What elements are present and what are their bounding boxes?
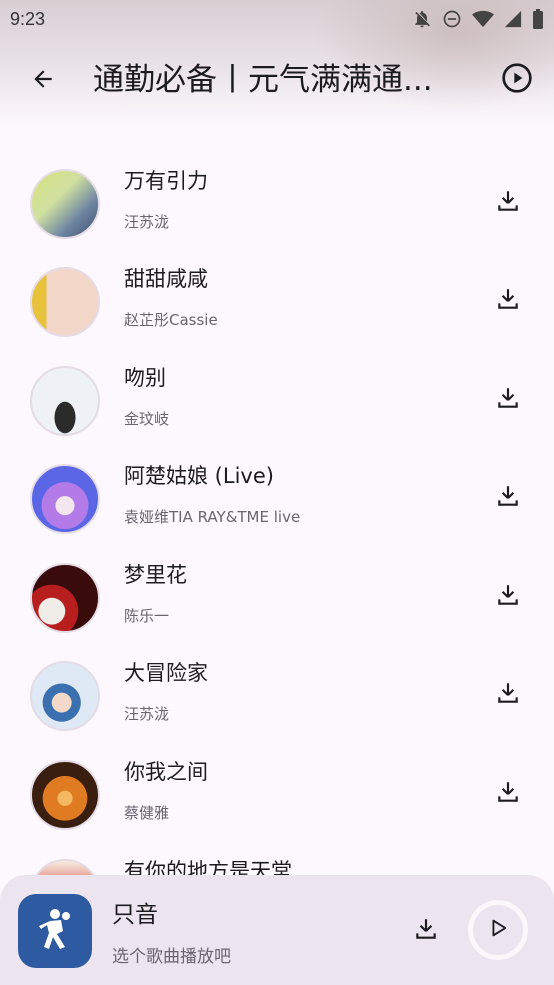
song-title: 阿楚姑娘 (Live) — [124, 464, 274, 488]
download-icon — [495, 779, 521, 809]
wifi-icon — [472, 9, 494, 29]
signal-icon — [504, 10, 522, 28]
player-play-button[interactable] — [468, 900, 528, 960]
song-title: 大冒险家 — [124, 661, 208, 685]
status-time: 9:23 — [10, 8, 46, 29]
song-artist: 蔡健雅 — [124, 804, 170, 822]
song-cover — [30, 366, 100, 436]
play-circle-icon — [501, 62, 533, 98]
battery-icon — [532, 9, 544, 29]
song-item[interactable]: 有你的地方是天堂 — [0, 855, 554, 875]
song-list: 左颜 万有引力 汪苏泷 甜甜咸咸 赵芷彤Cassie 吻别 金玟岐 — [0, 60, 554, 875]
song-item[interactable]: 大冒险家 汪苏泷 — [0, 657, 554, 755]
song-artist: 金玟岐 — [124, 410, 170, 428]
download-icon — [495, 188, 521, 218]
arrow-back-icon — [30, 66, 56, 96]
song-title: 你我之间 — [124, 760, 208, 784]
song-title: 甜甜咸咸 — [124, 267, 208, 291]
notifications-off-icon — [412, 9, 432, 29]
basketball-player-icon — [35, 907, 75, 955]
song-title: 万有引力 — [124, 169, 208, 193]
download-button[interactable] — [490, 480, 526, 516]
song-item[interactable]: 你我之间 蔡健雅 — [0, 756, 554, 854]
song-title: 有你的地方是天堂 — [124, 859, 292, 875]
song-cover — [30, 563, 100, 633]
song-title: 梦里花 — [124, 563, 187, 587]
app-bar: 通勤必备丨元气满满通... — [0, 48, 554, 112]
play-icon — [487, 917, 509, 943]
download-icon — [495, 582, 521, 612]
download-button[interactable] — [490, 283, 526, 319]
song-cover — [30, 169, 100, 239]
song-item[interactable]: 万有引力 汪苏泷 — [0, 165, 554, 263]
download-icon — [495, 483, 521, 513]
song-title: 吻别 — [124, 366, 166, 390]
song-artist: 陈乐一 — [124, 607, 170, 625]
song-cover — [30, 464, 100, 534]
download-icon — [495, 680, 521, 710]
song-cover — [30, 859, 100, 875]
back-button[interactable] — [24, 62, 62, 100]
download-button[interactable] — [490, 382, 526, 418]
download-button[interactable] — [490, 185, 526, 221]
player-title: 只音 — [112, 902, 158, 928]
status-icons — [412, 9, 544, 29]
song-artist: 赵芷彤Cassie — [124, 311, 218, 329]
download-icon — [495, 385, 521, 415]
song-cover — [30, 267, 100, 337]
download-icon — [413, 916, 439, 946]
song-item[interactable]: 梦里花 陈乐一 — [0, 559, 554, 657]
song-cover — [30, 760, 100, 830]
download-button[interactable] — [490, 776, 526, 812]
player-subtitle: 选个歌曲播放吧 — [112, 947, 231, 967]
download-icon — [495, 286, 521, 316]
play-all-button[interactable] — [498, 61, 536, 99]
do-not-disturb-icon — [442, 9, 462, 29]
player-cover — [18, 894, 92, 968]
download-button[interactable] — [490, 579, 526, 615]
song-item[interactable]: 吻别 金玟岐 — [0, 362, 554, 460]
song-artist: 汪苏泷 — [124, 705, 170, 723]
status-bar: 9:23 — [0, 0, 554, 38]
song-item[interactable]: 甜甜咸咸 赵芷彤Cassie — [0, 263, 554, 361]
song-item[interactable]: 阿楚姑娘 (Live) 袁娅维TIA RAY&TME live — [0, 460, 554, 558]
download-button[interactable] — [490, 677, 526, 713]
song-artist: 汪苏泷 — [124, 213, 170, 231]
page-title: 通勤必备丨元气满满通... — [93, 62, 433, 98]
player-download-button[interactable] — [408, 913, 444, 949]
song-cover — [30, 661, 100, 731]
mini-player[interactable]: 只音 选个歌曲播放吧 — [0, 875, 554, 985]
song-artist: 袁娅维TIA RAY&TME live — [124, 508, 301, 526]
